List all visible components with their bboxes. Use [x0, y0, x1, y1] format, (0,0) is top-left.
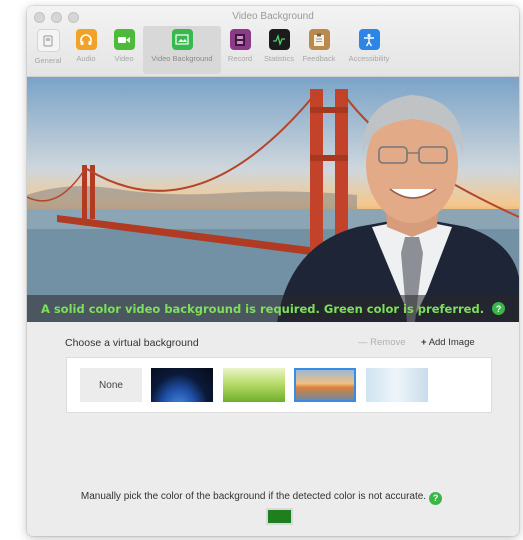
- general-icon: [36, 29, 60, 52]
- headphones-icon: [75, 29, 97, 50]
- requirement-banner: A solid color video background is requir…: [27, 295, 519, 322]
- title-bar: Video Background General Audio Video Vid…: [27, 6, 519, 77]
- tab-statistics[interactable]: Statistics: [259, 26, 299, 74]
- accessibility-icon: [358, 29, 380, 50]
- statistics-icon: [268, 29, 290, 50]
- tab-accessibility[interactable]: Accessibility: [339, 26, 399, 74]
- manual-color-text: Manually pick the color of the backgroun…: [80, 491, 427, 502]
- tab-label: Record: [227, 54, 253, 63]
- tab-label: Video: [114, 54, 134, 63]
- remove-button-label: Remove: [370, 337, 406, 348]
- tab-general[interactable]: General: [29, 26, 67, 74]
- tab-label: Accessibility: [348, 54, 390, 63]
- film-icon: [229, 29, 251, 50]
- thumbnail-label: None: [99, 379, 123, 391]
- banner-text: A solid color video background is requir…: [40, 301, 485, 316]
- thumbnail-office[interactable]: [366, 368, 428, 402]
- settings-toolbar: General Audio Video Video Background Rec…: [29, 26, 399, 74]
- manual-color-instruction: Manually pick the color of the backgroun…: [27, 491, 519, 505]
- remove-button[interactable]: — Remove: [358, 337, 406, 348]
- tab-label: General: [34, 56, 62, 65]
- clipboard-icon: [308, 29, 330, 50]
- settings-window: Video Background General Audio Video Vid…: [27, 6, 519, 536]
- thumbnail-none[interactable]: None: [80, 368, 142, 402]
- add-image-button[interactable]: + Add Image: [421, 337, 475, 348]
- background-color-swatch[interactable]: [266, 508, 293, 525]
- tab-feedback[interactable]: Feedback: [299, 26, 339, 74]
- help-icon[interactable]: ?: [492, 302, 506, 315]
- add-image-label: Add Image: [428, 337, 475, 348]
- tab-label: Audio: [76, 54, 96, 63]
- background-thumbnails: None: [66, 357, 492, 413]
- help-icon[interactable]: ?: [429, 491, 443, 505]
- tab-label: Statistics: [263, 54, 294, 63]
- minus-icon: —: [358, 337, 368, 348]
- tab-audio[interactable]: Audio: [67, 26, 105, 74]
- choose-background-label: Choose a virtual background: [65, 337, 199, 349]
- image-icon: [171, 29, 193, 50]
- tab-video-background[interactable]: Video Background: [143, 26, 221, 74]
- video-camera-icon: [113, 29, 135, 50]
- plus-icon: +: [421, 337, 427, 348]
- tab-record[interactable]: Record: [221, 26, 259, 74]
- thumbnail-golden-gate-selected[interactable]: [294, 368, 356, 402]
- preview-image: [27, 89, 519, 322]
- thumbnail-earth[interactable]: [151, 368, 213, 402]
- tab-label: Video Background: [151, 54, 213, 63]
- video-preview: A solid color video background is requir…: [27, 77, 519, 322]
- tab-label: Feedback: [302, 54, 336, 63]
- window-title: Video Background: [232, 11, 314, 22]
- tab-video[interactable]: Video: [105, 26, 143, 74]
- thumbnail-grass[interactable]: [223, 368, 285, 402]
